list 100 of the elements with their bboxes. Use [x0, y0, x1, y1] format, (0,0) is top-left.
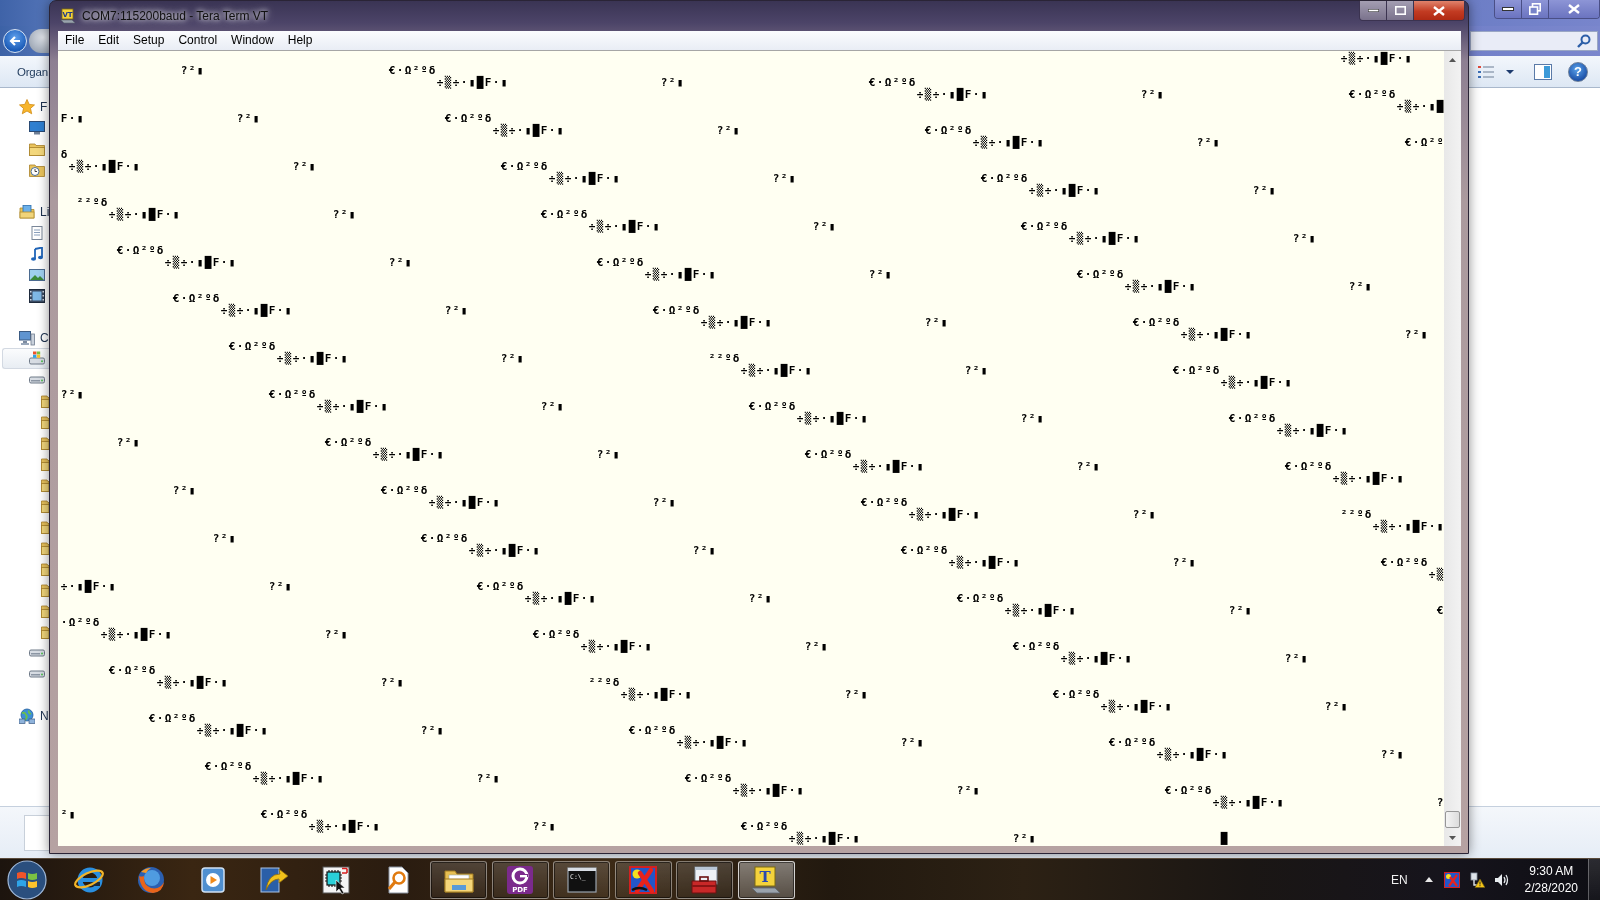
maximize-button[interactable] [1387, 1, 1414, 20]
folder-icon [41, 477, 49, 492]
terminal-text: ÷▒÷·▮█F·▮ [1068, 233, 1140, 245]
minimize-icon [1367, 9, 1379, 12]
terminal-text: ?²▮ [716, 125, 740, 137]
search-field[interactable] [1470, 31, 1598, 51]
terminal-text: ?²▮ [1284, 653, 1308, 665]
terminal-text: ?²▮ [1404, 329, 1428, 341]
folder-icon [41, 414, 49, 429]
terminal-text: ÷▒÷·▮█F·▮ [796, 413, 868, 425]
terminal-text: ÷▒÷·▮█F·▮ [1100, 701, 1172, 713]
menu-item[interactable]: Control [171, 31, 225, 50]
close-button[interactable] [1549, 0, 1599, 18]
restore-button[interactable] [1522, 0, 1549, 18]
folder-icon [41, 624, 49, 639]
terminal-text: ?²▮ [1228, 605, 1252, 617]
terminal-text: F·▮ [60, 113, 84, 125]
terminal-text: ÷▒÷·▮█F·▮ [1124, 281, 1196, 293]
taskbar-button[interactable] [676, 860, 733, 899]
terminal-text: ?²▮ [596, 449, 620, 461]
terminal-text: ÷▒÷·▮█F·▮ [740, 365, 812, 377]
terminal-text: ?²▮ [540, 401, 564, 413]
nav-item[interactable]: N [40, 708, 49, 723]
show-desktop-button[interactable] [1588, 858, 1600, 900]
taskbar-button[interactable] [430, 860, 487, 899]
terminal-text: ²▮ [60, 809, 76, 821]
terminal-text: ?²▮ [388, 257, 412, 269]
terminal-text: ?²▮ [1172, 557, 1196, 569]
terminal-text: ÷▒ [1428, 569, 1444, 581]
folder-icon [41, 540, 49, 555]
x-logo-icon [627, 863, 659, 896]
language-indicator[interactable]: EN [1390, 872, 1408, 887]
terminal-text: ÷▒÷·▮█F·▮ [908, 509, 980, 521]
toolbar-button[interactable]: Organ [17, 65, 48, 78]
taskbar-button[interactable] [614, 860, 672, 899]
network-icon [19, 707, 35, 724]
terminal-text: € [1436, 605, 1444, 617]
thumbnail-placeholder [24, 814, 49, 851]
terminal-text: ?²▮ [1020, 413, 1044, 425]
terminal-text: ?²▮ [964, 365, 988, 377]
terminal-text: ?²▮ [804, 641, 828, 653]
minimize-button[interactable] [1495, 0, 1522, 18]
terminal-text: ?²▮ [1348, 281, 1372, 293]
terminal-text: ÷▒÷·▮█F·▮ [252, 773, 324, 785]
terminal-text: ?²▮ [1076, 461, 1100, 473]
nav-item[interactable]: Li [40, 204, 49, 219]
menu-item[interactable]: Window [224, 31, 281, 50]
nav-item[interactable]: C [40, 330, 49, 345]
folder-icon [41, 582, 49, 597]
network-warning-icon[interactable] [1468, 871, 1485, 888]
terminal-text: ?²▮ [1196, 137, 1220, 149]
terminal-text: ÷▒÷·▮█F·▮ [1060, 653, 1132, 665]
terminal-text: ? [1436, 797, 1444, 809]
menu-item[interactable]: Help [280, 31, 320, 50]
minimize-icon [1502, 7, 1514, 11]
list-view-icon [1478, 65, 1494, 78]
terminal-text: ?²▮ [60, 389, 84, 401]
terminal-text: ÷▒÷·▮█F·▮ [1212, 797, 1284, 809]
terminal-text: ÷▒÷·▮█F·▮ [620, 689, 692, 701]
terminal-text: ÷▒÷·▮█F·▮ [948, 557, 1020, 569]
terminal-text: ?²▮ [476, 773, 500, 785]
terminal-text: ?²▮ [212, 533, 236, 545]
terminal-text: δ [60, 149, 68, 161]
terminal-text: ?²▮ [180, 65, 204, 77]
forward-button[interactable] [29, 29, 49, 53]
preview-pane-button[interactable] [1534, 61, 1552, 82]
film-icon [29, 288, 45, 303]
x-logo-icon[interactable] [1443, 871, 1460, 888]
terminal-text: ÷▒÷·▮█F·▮ [68, 161, 140, 173]
preview-pane-icon [1534, 63, 1552, 80]
clock-button[interactable]: 9:30 AM 2/28/2020 [1524, 862, 1578, 897]
terminal-text: ?²▮ [1132, 509, 1156, 521]
terminal-text: ÷▒÷·▮█F·▮ [700, 317, 772, 329]
back-button[interactable] [3, 29, 27, 53]
terminal-text: ?²▮ [1324, 701, 1348, 713]
scroll-thumb[interactable] [1445, 811, 1460, 828]
caret-icon [1506, 69, 1514, 74]
back-arrow-icon [9, 36, 21, 46]
terminal-text: ?²▮ [1380, 749, 1404, 761]
menu-item[interactable]: File [58, 31, 92, 50]
terminal-text: ÷▒÷·▮█F·▮ [492, 125, 564, 137]
terminal-text: ?²▮ [692, 545, 716, 557]
terminal-text: ÷▒÷·▮█F·▮ [164, 257, 236, 269]
library-icon [19, 203, 35, 220]
terminal-text: ÷▒÷·▮█F·▮ [972, 137, 1044, 149]
terminal-text: ÷▒÷·▮█F·▮ [100, 629, 172, 641]
taskbar-button[interactable]: T [737, 860, 795, 899]
close-button[interactable] [1414, 1, 1464, 20]
menu-item[interactable]: Edit [91, 31, 127, 50]
terminal-text: ÷▒÷·▮█F·▮ [308, 821, 380, 833]
close-icon [1433, 5, 1445, 16]
restore-icon [1529, 3, 1541, 15]
terminal-text: ÷▒÷·▮█F·▮ [276, 353, 348, 365]
menu-item[interactable]: Setup [126, 31, 172, 50]
terminal-text: ?²▮ [116, 437, 140, 449]
terminal-text: ?²▮ [1252, 185, 1276, 197]
terminal-text: ÷▒÷·▮█F·▮ [916, 89, 988, 101]
nav-item[interactable]: F [40, 99, 48, 114]
window-title: COM7:115200baud - Tera Term VT [82, 9, 269, 23]
terminal-text: ÷▒÷·▮█F·▮ [1028, 185, 1100, 197]
